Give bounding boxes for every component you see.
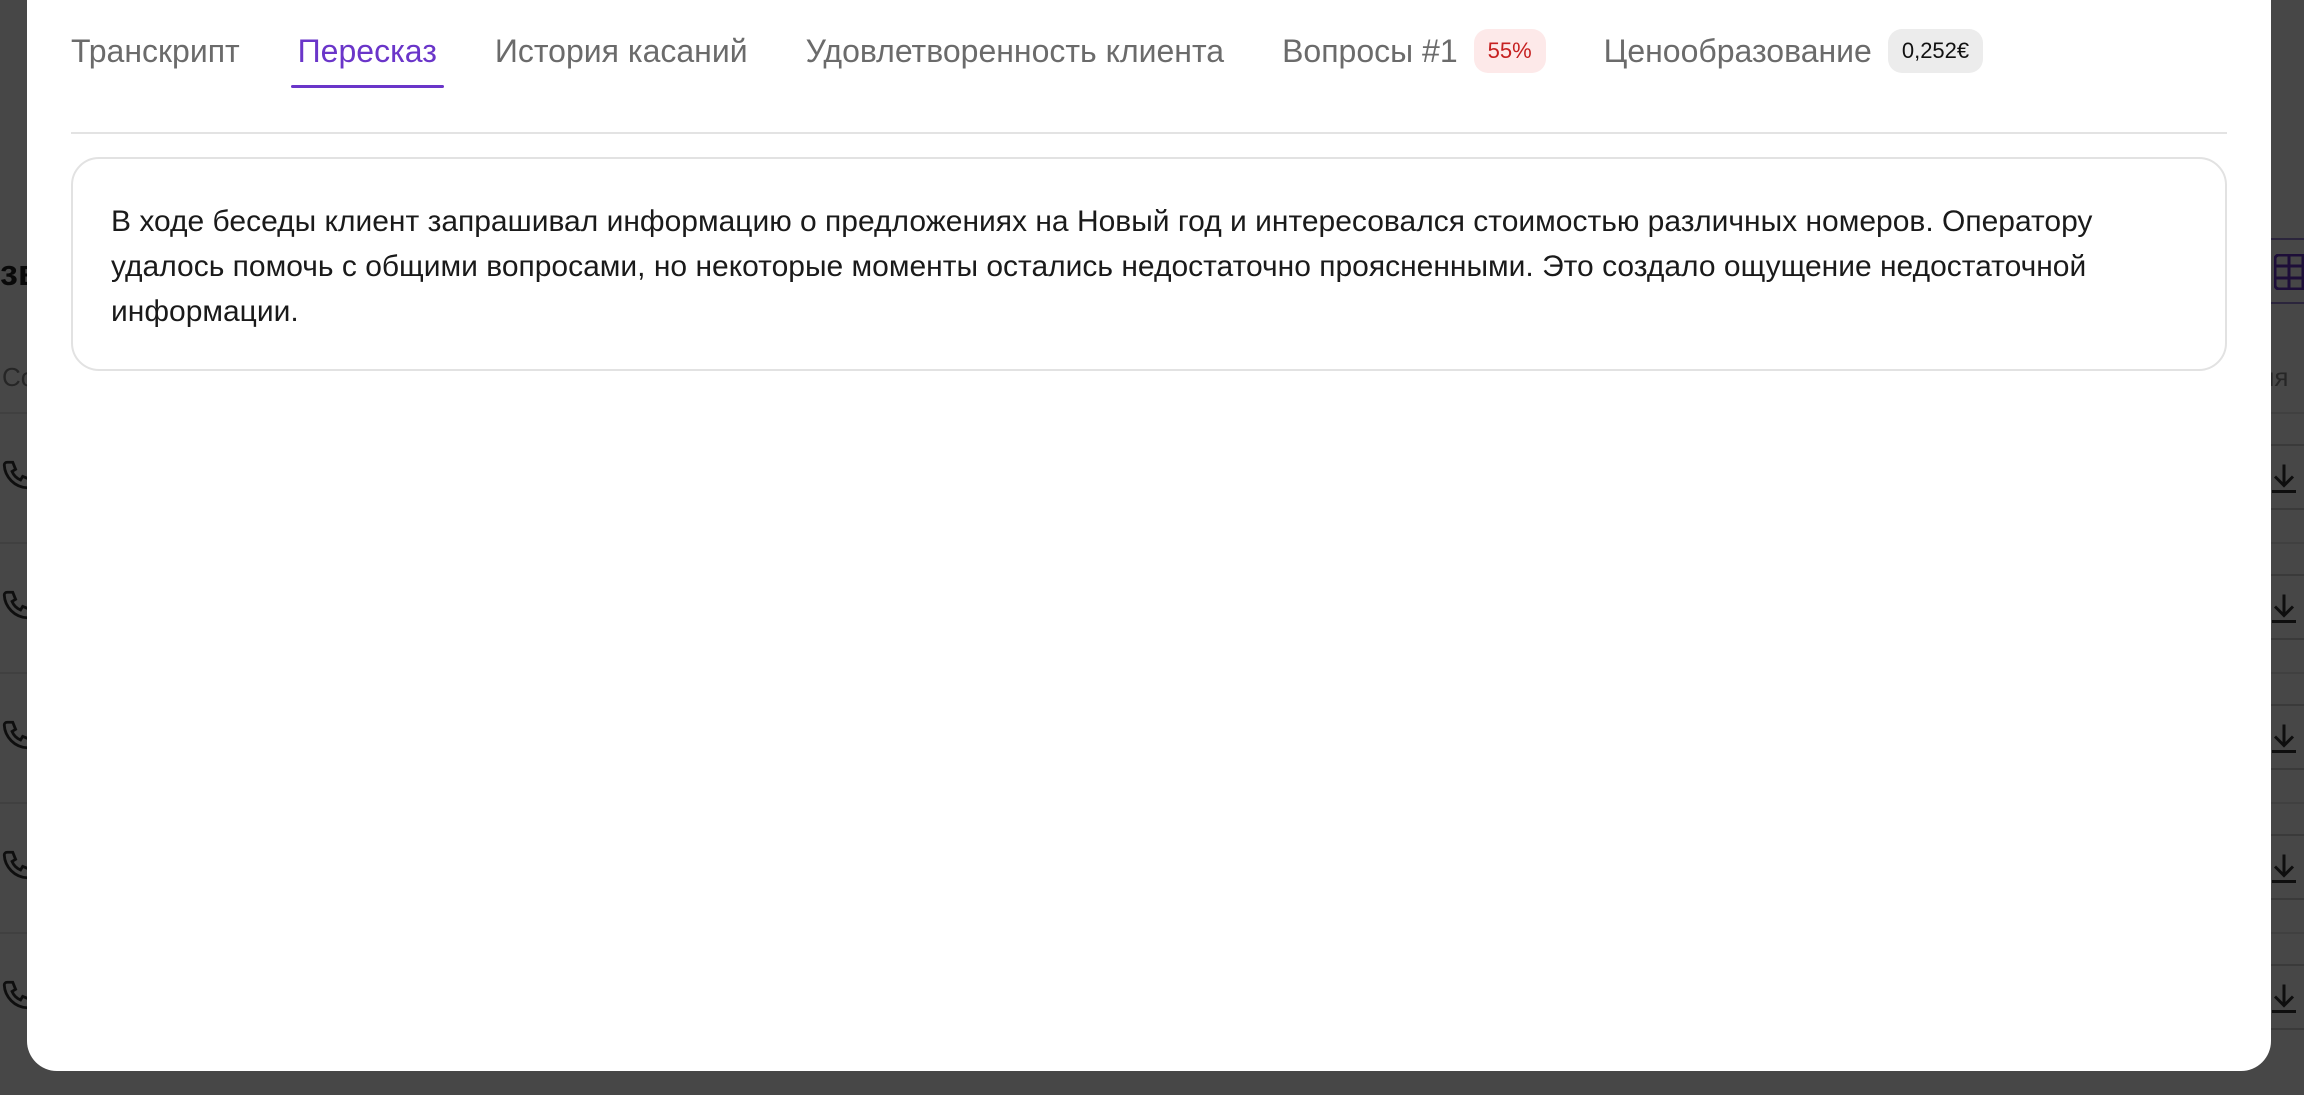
tab-summary[interactable]: Пересказ [290,26,444,88]
tab-label: Вопросы #1 [1282,32,1458,69]
summary-text: В ходе беседы клиент запрашивал информац… [111,205,2093,328]
tabs-divider [71,132,2227,134]
tab-label: Транскрипт [71,32,240,69]
tab-customer-satisfaction[interactable]: Удовлетворенность клиента [806,26,1224,76]
tab-pricing[interactable]: Ценообразование 0,252€ [1603,26,1984,76]
tab-questions[interactable]: Вопросы #1 55% [1282,26,1546,76]
active-tab-indicator [290,85,444,88]
pricing-cost-badge: 0,252€ [1887,29,1984,73]
tab-label: Пересказ [297,32,437,69]
tab-transcript[interactable]: Транскрипт [71,26,240,76]
tab-contact-history[interactable]: История касаний [495,26,748,76]
tab-bar: Транскрипт Пересказ История касаний Удов… [71,0,2041,104]
tab-label: История касаний [494,32,748,69]
tab-label: Удовлетворенность клиента [805,32,1225,69]
summary-card: В ходе беседы клиент запрашивал информац… [71,157,2227,371]
questions-score-badge: 55% [1473,29,1546,73]
tab-label: Ценообразование [1603,32,1872,69]
call-details-modal: Транскрипт Пересказ История касаний Удов… [27,0,2271,1071]
